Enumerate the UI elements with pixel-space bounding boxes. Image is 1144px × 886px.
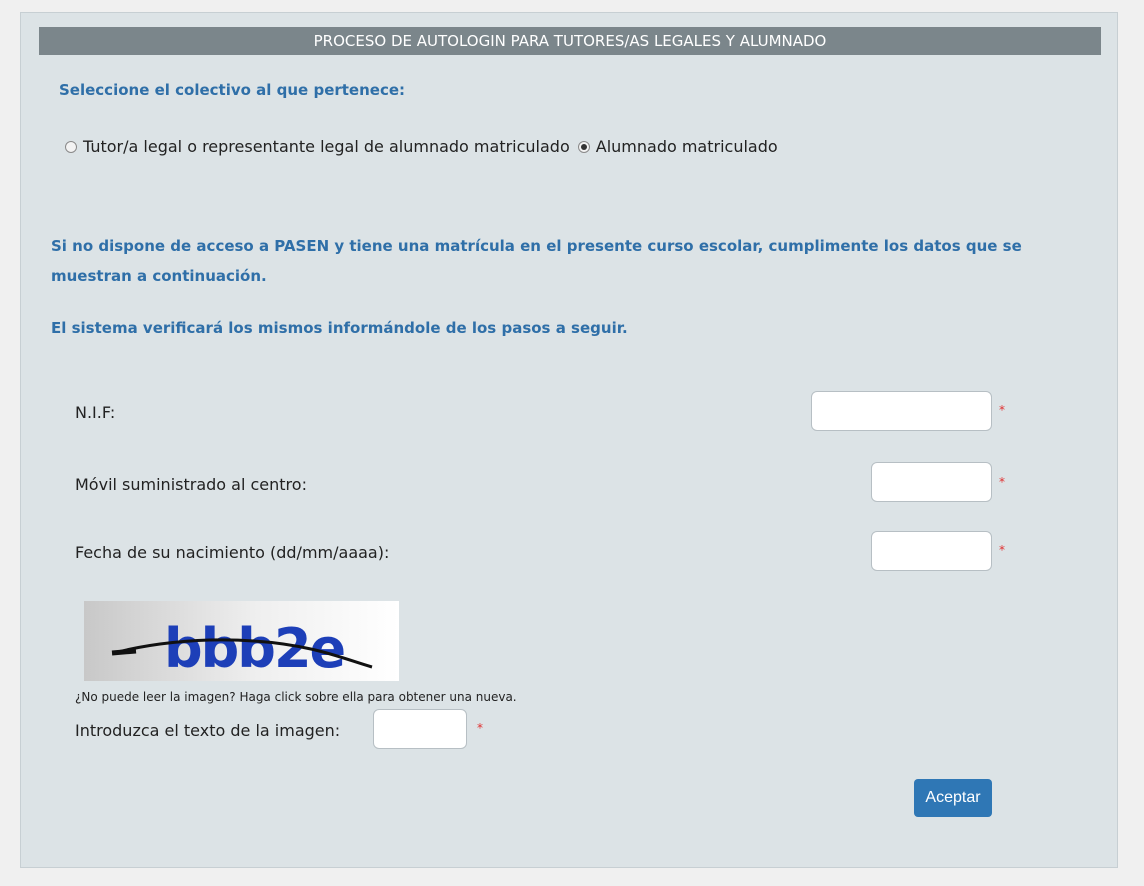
radio-option-tutor[interactable]: Tutor/a legal o representante legal de a… bbox=[65, 137, 570, 156]
aceptar-button[interactable]: Aceptar bbox=[914, 779, 992, 817]
captcha-image[interactable]: bbb2e bbox=[84, 601, 399, 681]
radio-alumnado-label[interactable]: Alumnado matriculado bbox=[596, 137, 778, 156]
info-paragraph-2: El sistema verificará los mismos informá… bbox=[51, 319, 628, 337]
colectivo-radio-group: Tutor/a legal o representante legal de a… bbox=[65, 137, 786, 156]
info-paragraph-1: Si no dispone de acceso a PASEN y tiene … bbox=[51, 237, 1022, 285]
captcha-input-label: Introduzca el texto de la imagen: bbox=[75, 721, 341, 740]
page-title: PROCESO DE AUTOLOGIN PARA TUTORES/AS LEG… bbox=[39, 27, 1101, 55]
fecha-label: Fecha de su nacimiento (dd/mm/aaaa): bbox=[75, 543, 390, 562]
autologin-panel: PROCESO DE AUTOLOGIN PARA TUTORES/AS LEG… bbox=[20, 12, 1118, 868]
nif-input[interactable] bbox=[811, 391, 992, 431]
colectivo-heading: Seleccione el colectivo al que pertenece… bbox=[59, 81, 406, 99]
fecha-input[interactable] bbox=[871, 531, 992, 571]
captcha-input[interactable] bbox=[373, 709, 467, 749]
radio-tutor[interactable] bbox=[65, 140, 77, 153]
radio-option-alumnado[interactable]: Alumnado matriculado bbox=[577, 137, 778, 156]
movil-required-mark: * bbox=[999, 475, 1005, 489]
nif-required-mark: * bbox=[999, 403, 1005, 417]
radio-alumnado[interactable] bbox=[577, 140, 590, 153]
movil-label: Móvil suministrado al centro: bbox=[75, 475, 307, 494]
captcha-hint: ¿No puede leer la imagen? Haga click sob… bbox=[75, 690, 517, 704]
nif-label: N.I.F: bbox=[75, 403, 116, 422]
captcha-graphic: bbb2e bbox=[111, 617, 373, 680]
radio-tutor-label[interactable]: Tutor/a legal o representante legal de a… bbox=[83, 137, 570, 156]
fecha-required-mark: * bbox=[999, 543, 1005, 557]
captcha-required-mark: * bbox=[477, 721, 483, 735]
movil-input[interactable] bbox=[871, 462, 992, 502]
captcha-text: bbb2e bbox=[164, 617, 345, 680]
